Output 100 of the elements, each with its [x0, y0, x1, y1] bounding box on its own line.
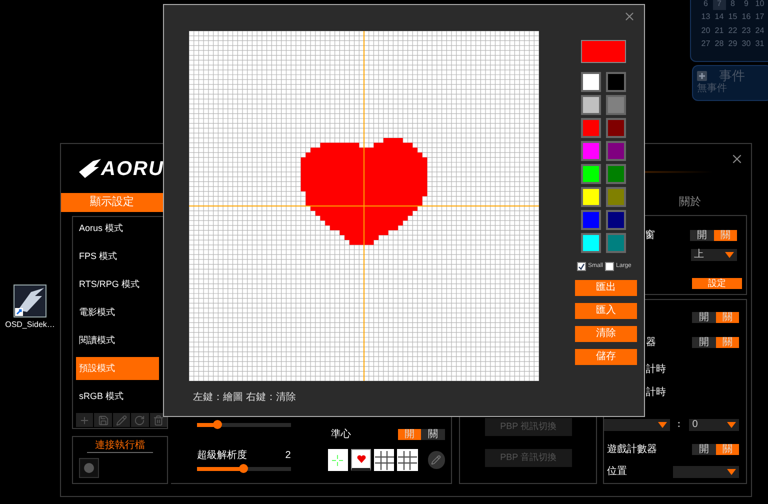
save-icon[interactable]	[94, 413, 112, 427]
slider-thumb[interactable]	[239, 464, 248, 473]
pencil-icon	[431, 455, 442, 465]
mode-item[interactable]: RTS/RPG 模式	[76, 273, 159, 296]
pencil-icon[interactable]	[112, 413, 130, 427]
pbp-button[interactable]: PBP 視訊切換	[484, 418, 572, 436]
app-shortcut-icon[interactable]	[13, 284, 47, 318]
on-off-toggle[interactable]: 開 關	[690, 230, 738, 241]
setting-label: 位置	[607, 464, 628, 479]
color-swatch[interactable]	[606, 164, 626, 184]
on-off-toggle[interactable]: 開 關	[692, 312, 740, 323]
color-swatch[interactable]	[581, 233, 601, 253]
calendar-day[interactable]: 8	[726, 0, 740, 10]
mode-item[interactable]: 預設模式	[76, 357, 159, 380]
color-swatch[interactable]	[606, 95, 626, 115]
color-swatch[interactable]	[581, 72, 601, 92]
logo-icon	[79, 158, 101, 180]
add-icon[interactable]	[697, 71, 707, 81]
color-swatch[interactable]	[581, 164, 601, 184]
calendar-day[interactable]: 27	[699, 38, 712, 50]
action-button[interactable]: 匯出	[575, 280, 637, 296]
dropdown[interactable]: 0	[689, 418, 740, 430]
logo-text: AORU	[101, 158, 164, 180]
calendar-day[interactable]: 28	[712, 38, 726, 50]
calendar-day[interactable]: 15	[726, 11, 740, 24]
setting-label: 器	[645, 336, 656, 350]
circle-icon	[84, 463, 94, 473]
close-icon[interactable]	[730, 152, 744, 166]
checkbox[interactable]	[605, 262, 614, 271]
setting-label: 計時	[645, 362, 666, 377]
pbp-button[interactable]: PBP 音訊切換	[484, 449, 572, 467]
calendar-day[interactable]: 10	[753, 0, 766, 10]
mode-item[interactable]: 電影模式	[76, 301, 159, 324]
setting-label: 遊戲計數器	[607, 442, 658, 457]
shortcut-label: OSD_Sidek…	[5, 319, 55, 331]
action-button[interactable]: 匯入	[575, 303, 637, 319]
calendar-day[interactable]: 14	[712, 11, 726, 24]
calendar-day[interactable]: 17	[753, 11, 766, 24]
check-icon	[578, 263, 585, 270]
empty-message: 無事件	[697, 83, 728, 95]
color-swatch[interactable]	[606, 233, 626, 253]
panel-title: 關於	[679, 195, 702, 209]
color-swatch[interactable]	[581, 141, 601, 161]
calendar-day[interactable]: 20	[699, 24, 712, 37]
action-button[interactable]: 儲存	[575, 349, 637, 365]
edit-button[interactable]	[428, 451, 445, 469]
color-swatch[interactable]	[606, 141, 626, 161]
dropdown[interactable]	[604, 418, 670, 430]
mode-item[interactable]: FPS 模式	[76, 245, 159, 268]
mode-item[interactable]: sRGB 模式	[76, 385, 159, 408]
calendar-day[interactable]: 24	[753, 24, 766, 37]
calendar-day[interactable]: 30	[740, 38, 753, 50]
color-swatch[interactable]	[606, 210, 626, 230]
crosshair-preset[interactable]	[374, 449, 394, 471]
calendar-day[interactable]: 21	[712, 24, 726, 37]
settings-button[interactable]: 設定	[692, 278, 742, 289]
color-swatch[interactable]	[581, 95, 601, 115]
checkbox[interactable]	[577, 262, 586, 271]
calendar-day[interactable]: 23	[740, 24, 753, 37]
on-off-toggle[interactable]: 開 關	[398, 429, 445, 440]
add-button[interactable]	[79, 458, 99, 478]
caret-icon	[727, 422, 736, 428]
color-swatch[interactable]	[606, 72, 626, 92]
crosshair-preset[interactable]	[328, 449, 348, 471]
section-title: 連接執行檔	[87, 440, 153, 453]
crosshair-label: 準心	[330, 428, 351, 442]
on-off-toggle[interactable]: 開 關	[692, 444, 740, 455]
color-swatch[interactable]	[606, 118, 626, 138]
action-button[interactable]: 清除	[575, 326, 637, 342]
color-swatch[interactable]	[606, 187, 626, 207]
calendar-day[interactable]: 22	[726, 24, 740, 37]
grid-icon	[398, 450, 417, 470]
mode-item[interactable]: Aorus 模式	[76, 217, 159, 240]
calendar-day[interactable]: 7	[712, 0, 726, 10]
slider-value: 2	[285, 448, 291, 462]
time-separator: :	[677, 418, 681, 432]
calendar-day[interactable]: 9	[740, 0, 753, 10]
calendar-day[interactable]: 31	[753, 38, 766, 50]
color-swatch[interactable]	[581, 187, 601, 207]
color-swatch[interactable]	[581, 118, 601, 138]
crosshair-preset[interactable]	[351, 449, 372, 471]
trash-icon[interactable]	[150, 413, 168, 427]
calendar-day[interactable]: 6	[699, 0, 712, 10]
on-off-toggle[interactable]: 開 關	[692, 337, 740, 348]
add-icon[interactable]	[76, 413, 94, 427]
events-title: 事件	[719, 69, 745, 83]
tab[interactable]: 顯示設定	[61, 193, 163, 212]
calendar-day[interactable]: 16	[740, 11, 753, 24]
color-swatch[interactable]	[581, 210, 601, 230]
calendar-day[interactable]: 13	[699, 11, 712, 24]
crosshair-icon	[332, 454, 344, 466]
crosshair-preset[interactable]	[397, 449, 418, 471]
slider-thumb[interactable]	[213, 420, 222, 429]
setting-label: 計時	[645, 386, 666, 400]
dropdown[interactable]	[673, 466, 740, 478]
dropdown[interactable]: 上	[691, 249, 738, 261]
drawing-canvas[interactable]	[189, 31, 539, 381]
close-icon[interactable]	[623, 10, 636, 23]
calendar-day[interactable]: 29	[726, 38, 740, 50]
mode-item[interactable]: 閱讀模式	[76, 329, 159, 352]
